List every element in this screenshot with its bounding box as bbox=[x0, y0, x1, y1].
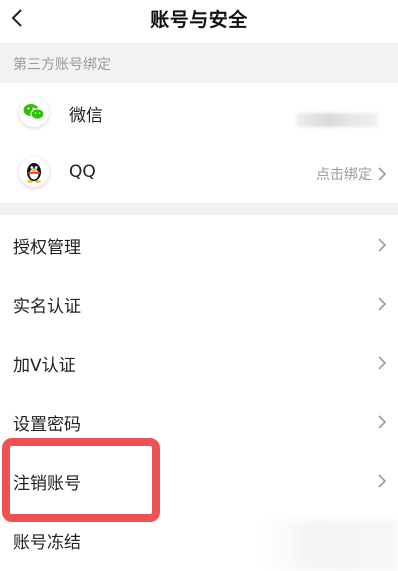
wechat-label: 微信 bbox=[69, 106, 103, 126]
qq-penguin-icon bbox=[19, 157, 49, 187]
chevron-right-icon bbox=[378, 474, 387, 488]
section-header-third-party: 第三方账号绑定 bbox=[0, 43, 398, 83]
qq-label: QQ bbox=[69, 162, 96, 182]
nav-header: 账号与安全 bbox=[0, 0, 398, 38]
menu-item-label: 加V认证 bbox=[13, 356, 76, 376]
qq-binding-row[interactable]: QQ 点击绑定 bbox=[0, 142, 398, 203]
menu-item-label: 设置密码 bbox=[13, 415, 81, 435]
menu-item-label: 授权管理 bbox=[13, 238, 81, 258]
qq-bind-status: 点击绑定 bbox=[316, 167, 372, 183]
menu-item-set-password[interactable]: 设置密码 bbox=[0, 392, 398, 451]
section-title: 第三方账号绑定 bbox=[13, 57, 111, 73]
menu-item-authorization-management[interactable]: 授权管理 bbox=[0, 215, 398, 274]
menu-item-label: 实名认证 bbox=[13, 297, 81, 317]
chevron-right-icon bbox=[378, 167, 387, 181]
menu-item-label: 账号冻结 bbox=[13, 533, 81, 553]
account-security-screen: 账号与安全 第三方账号绑定 微信 QQ 点击绑定 授权管理 实名认证 加V认证 … bbox=[0, 0, 398, 571]
section-divider bbox=[0, 203, 398, 215]
wechat-binding-row[interactable]: 微信 bbox=[0, 83, 398, 142]
blurred-region bbox=[262, 520, 398, 571]
chevron-right-icon bbox=[378, 297, 387, 311]
chevron-right-icon bbox=[378, 415, 387, 429]
menu-item-real-name-verification[interactable]: 实名认证 bbox=[0, 274, 398, 333]
chevron-right-icon bbox=[378, 356, 387, 370]
wechat-icon bbox=[19, 97, 49, 127]
menu-item-label: 注销账号 bbox=[13, 474, 81, 494]
menu-item-cancel-account[interactable]: 注销账号 bbox=[0, 451, 398, 510]
chevron-right-icon bbox=[378, 238, 387, 252]
wechat-bound-account-blurred bbox=[296, 113, 378, 127]
menu-item-v-verification[interactable]: 加V认证 bbox=[0, 333, 398, 392]
page-title: 账号与安全 bbox=[150, 9, 248, 31]
